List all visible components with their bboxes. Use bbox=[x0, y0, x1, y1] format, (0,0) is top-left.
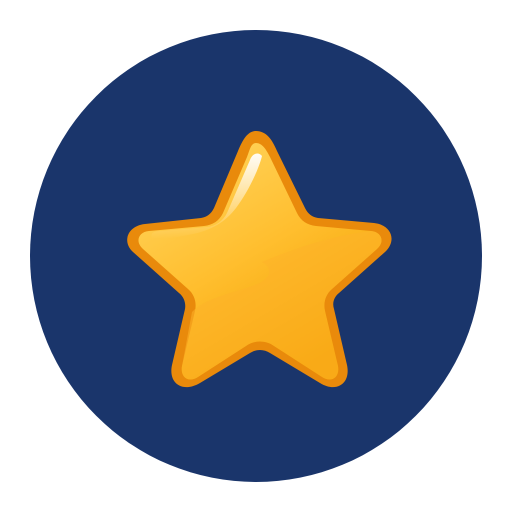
app-icon bbox=[30, 30, 482, 482]
icon-canvas bbox=[0, 0, 512, 512]
